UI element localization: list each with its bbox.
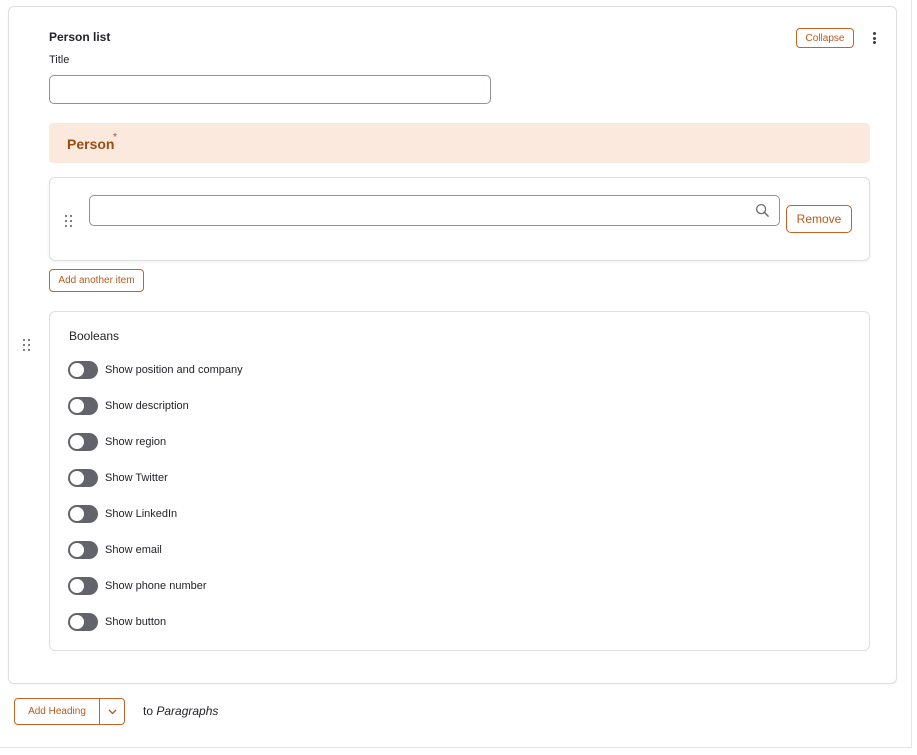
add-target-text: to Paragraphs — [143, 704, 218, 718]
required-marker: * — [113, 132, 117, 143]
toggle-show-linkedin[interactable]: Show LinkedIn — [68, 505, 177, 523]
toggle-show-button[interactable]: Show button — [68, 613, 166, 631]
paragraph-title: Person list — [49, 30, 111, 44]
toggle-switch[interactable] — [68, 541, 98, 559]
toggle-switch[interactable] — [68, 433, 98, 451]
toggle-show-description[interactable]: Show description — [68, 397, 189, 415]
toggle-show-phone-number[interactable]: Show phone number — [68, 577, 207, 595]
toggle-switch[interactable] — [68, 361, 98, 379]
toggle-switch[interactable] — [68, 505, 98, 523]
paragraph-card: Person list Collapse Title Person * Remo… — [8, 6, 897, 684]
person-item: Remove — [49, 177, 870, 261]
remove-button[interactable]: Remove — [786, 205, 852, 233]
toggle-show-email[interactable]: Show email — [68, 541, 162, 559]
drag-handle-icon[interactable] — [65, 215, 73, 227]
toggle-show-twitter[interactable]: Show Twitter — [68, 469, 168, 487]
toggle-switch[interactable] — [68, 613, 98, 631]
add-paragraph-split-button: Add Heading — [14, 698, 125, 725]
toggle-label: Show email — [105, 544, 162, 556]
to-prefix: to — [143, 704, 154, 718]
title-field-label: Title — [49, 54, 70, 66]
target-name: Paragraphs — [156, 704, 219, 718]
toggle-switch[interactable] — [68, 469, 98, 487]
toggle-show-region[interactable]: Show region — [68, 433, 166, 451]
booleans-fieldset: Booleans Show position and company Show … — [49, 311, 870, 651]
add-options-toggle[interactable] — [100, 699, 124, 724]
toggle-label: Show description — [105, 400, 189, 412]
paragraph-drag-handle-icon[interactable] — [23, 339, 31, 351]
chevron-down-icon — [108, 709, 116, 714]
person-field-header: Person * — [49, 123, 870, 163]
add-another-item-button[interactable]: Add another item — [49, 269, 144, 292]
toggle-label: Show position and company — [105, 364, 243, 376]
toggle-label: Show button — [105, 616, 167, 628]
toggle-switch[interactable] — [68, 397, 98, 415]
toggle-label: Show LinkedIn — [105, 508, 178, 520]
title-input[interactable] — [49, 75, 491, 104]
kebab-icon[interactable] — [868, 30, 880, 46]
toggle-label: Show region — [105, 436, 167, 448]
person-field-label: Person — [67, 136, 115, 152]
toggle-show-position-and-company[interactable]: Show position and company — [68, 361, 243, 379]
search-icon — [755, 203, 769, 217]
toggle-switch[interactable] — [68, 577, 98, 595]
toggle-label: Show phone number — [105, 580, 207, 592]
add-heading-button[interactable]: Add Heading — [15, 699, 100, 724]
toggle-label: Show Twitter — [105, 472, 168, 484]
person-autocomplete-input[interactable] — [89, 195, 780, 226]
collapse-button[interactable]: Collapse — [796, 28, 854, 48]
booleans-title: Booleans — [69, 329, 120, 343]
